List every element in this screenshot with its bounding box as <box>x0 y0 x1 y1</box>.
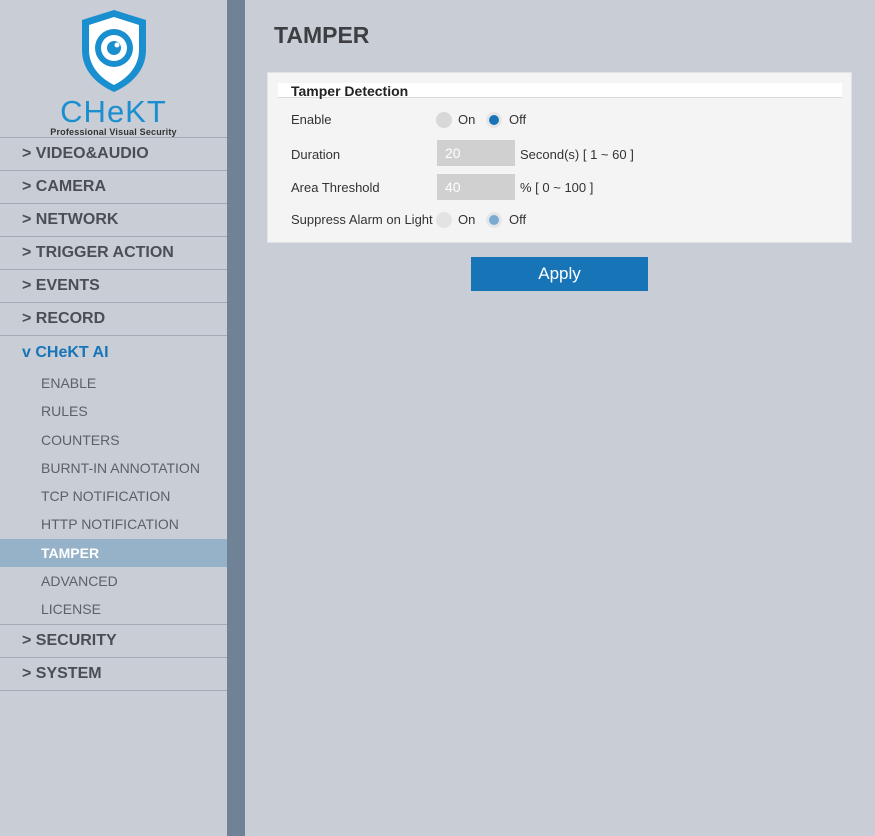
sidebar-divider <box>227 0 245 836</box>
logo: CHeKT Professional Visual Security <box>0 0 227 137</box>
sidebar-nav: > VIDEO&AUDIO > CAMERA > NETWORK > TRIGG… <box>0 137 227 691</box>
page-title: TAMPER <box>274 22 370 48</box>
sidebar-item-trigger-action[interactable]: > TRIGGER ACTION <box>0 236 227 269</box>
sidebar-item-chekt-ai[interactable]: v CHeKT AI <box>0 335 227 369</box>
brand-name: CHeKT <box>60 94 167 129</box>
sidebar-item-network[interactable]: > NETWORK <box>0 203 227 236</box>
enable-on-label: On <box>458 112 476 127</box>
suppress-on-radio[interactable] <box>436 212 452 228</box>
sidebar-item-camera[interactable]: > CAMERA <box>0 170 227 203</box>
brand-tagline: Professional Visual Security <box>50 127 177 137</box>
panel-title: Tamper Detection <box>291 83 409 99</box>
suppress-off-radio[interactable] <box>486 212 502 228</box>
enable-off-label: Off <box>509 112 527 127</box>
sidebar-subitem-license[interactable]: LICENSE <box>0 595 227 623</box>
area-threshold-hint: % [ 0 ~ 100 ] <box>520 180 594 195</box>
duration-label: Duration <box>291 147 341 162</box>
sidebar-subitem-tcp-notification[interactable]: TCP NOTIFICATION <box>0 482 227 510</box>
suppress-alarm-label: Suppress Alarm on Light <box>291 212 433 227</box>
sidebar-subitem-burnt-in-annotation[interactable]: BURNT-IN ANNOTATION <box>0 454 227 482</box>
enable-on-radio[interactable] <box>436 112 452 128</box>
main-content: TAMPER Tamper Detection Enable On Off Du… <box>245 0 875 836</box>
sidebar-item-events[interactable]: > EVENTS <box>0 269 227 302</box>
sidebar-subitem-http-notification[interactable]: HTTP NOTIFICATION <box>0 510 227 538</box>
sidebar-subitem-advanced[interactable]: ADVANCED <box>0 567 227 595</box>
sidebar-subitem-tamper[interactable]: TAMPER <box>0 538 227 568</box>
sidebar-item-security[interactable]: > SECURITY <box>0 623 227 657</box>
enable-off-radio[interactable] <box>486 112 502 128</box>
sidebar-subitem-counters[interactable]: COUNTERS <box>0 426 227 454</box>
sidebar: CHeKT Professional Visual Security > VID… <box>0 0 227 836</box>
sidebar-item-record[interactable]: > RECORD <box>0 302 227 335</box>
shield-eye-icon <box>82 10 146 92</box>
area-threshold-label: Area Threshold <box>291 180 380 195</box>
apply-button[interactable]: Apply <box>471 257 648 291</box>
sidebar-item-video-audio[interactable]: > VIDEO&AUDIO <box>0 137 227 170</box>
sidebar-subitem-enable[interactable]: ENABLE <box>0 369 227 397</box>
duration-hint: Second(s) [ 1 ~ 60 ] <box>520 147 634 162</box>
sidebar-subitem-rules[interactable]: RULES <box>0 397 227 425</box>
enable-label: Enable <box>291 112 332 127</box>
suppress-on-label: On <box>458 212 476 227</box>
tamper-detection-panel: Tamper Detection Enable On Off Duration … <box>267 72 852 243</box>
area-threshold-input[interactable] <box>437 174 515 200</box>
sidebar-item-system[interactable]: > SYSTEM <box>0 656 227 691</box>
duration-input[interactable] <box>437 140 515 166</box>
panel-header: Tamper Detection <box>278 83 842 99</box>
suppress-off-label: Off <box>509 212 527 227</box>
